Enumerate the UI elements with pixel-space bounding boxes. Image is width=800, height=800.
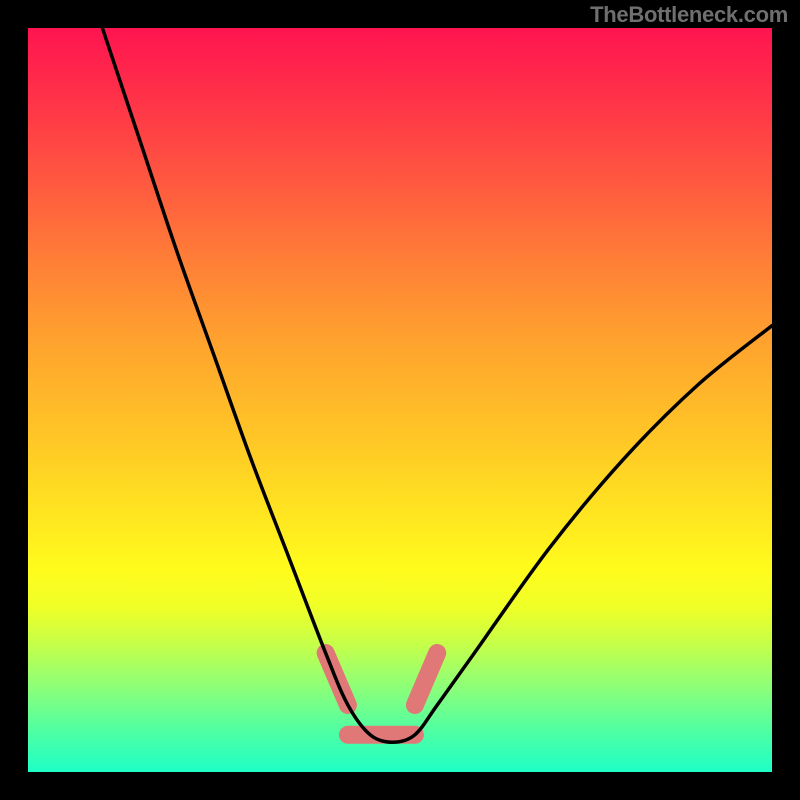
bottleneck-curve	[102, 28, 772, 742]
watermark-text: TheBottleneck.com	[590, 2, 788, 28]
highlight-segment	[415, 653, 437, 705]
chart-frame: TheBottleneck.com	[0, 0, 800, 800]
chart-canvas	[28, 28, 772, 772]
